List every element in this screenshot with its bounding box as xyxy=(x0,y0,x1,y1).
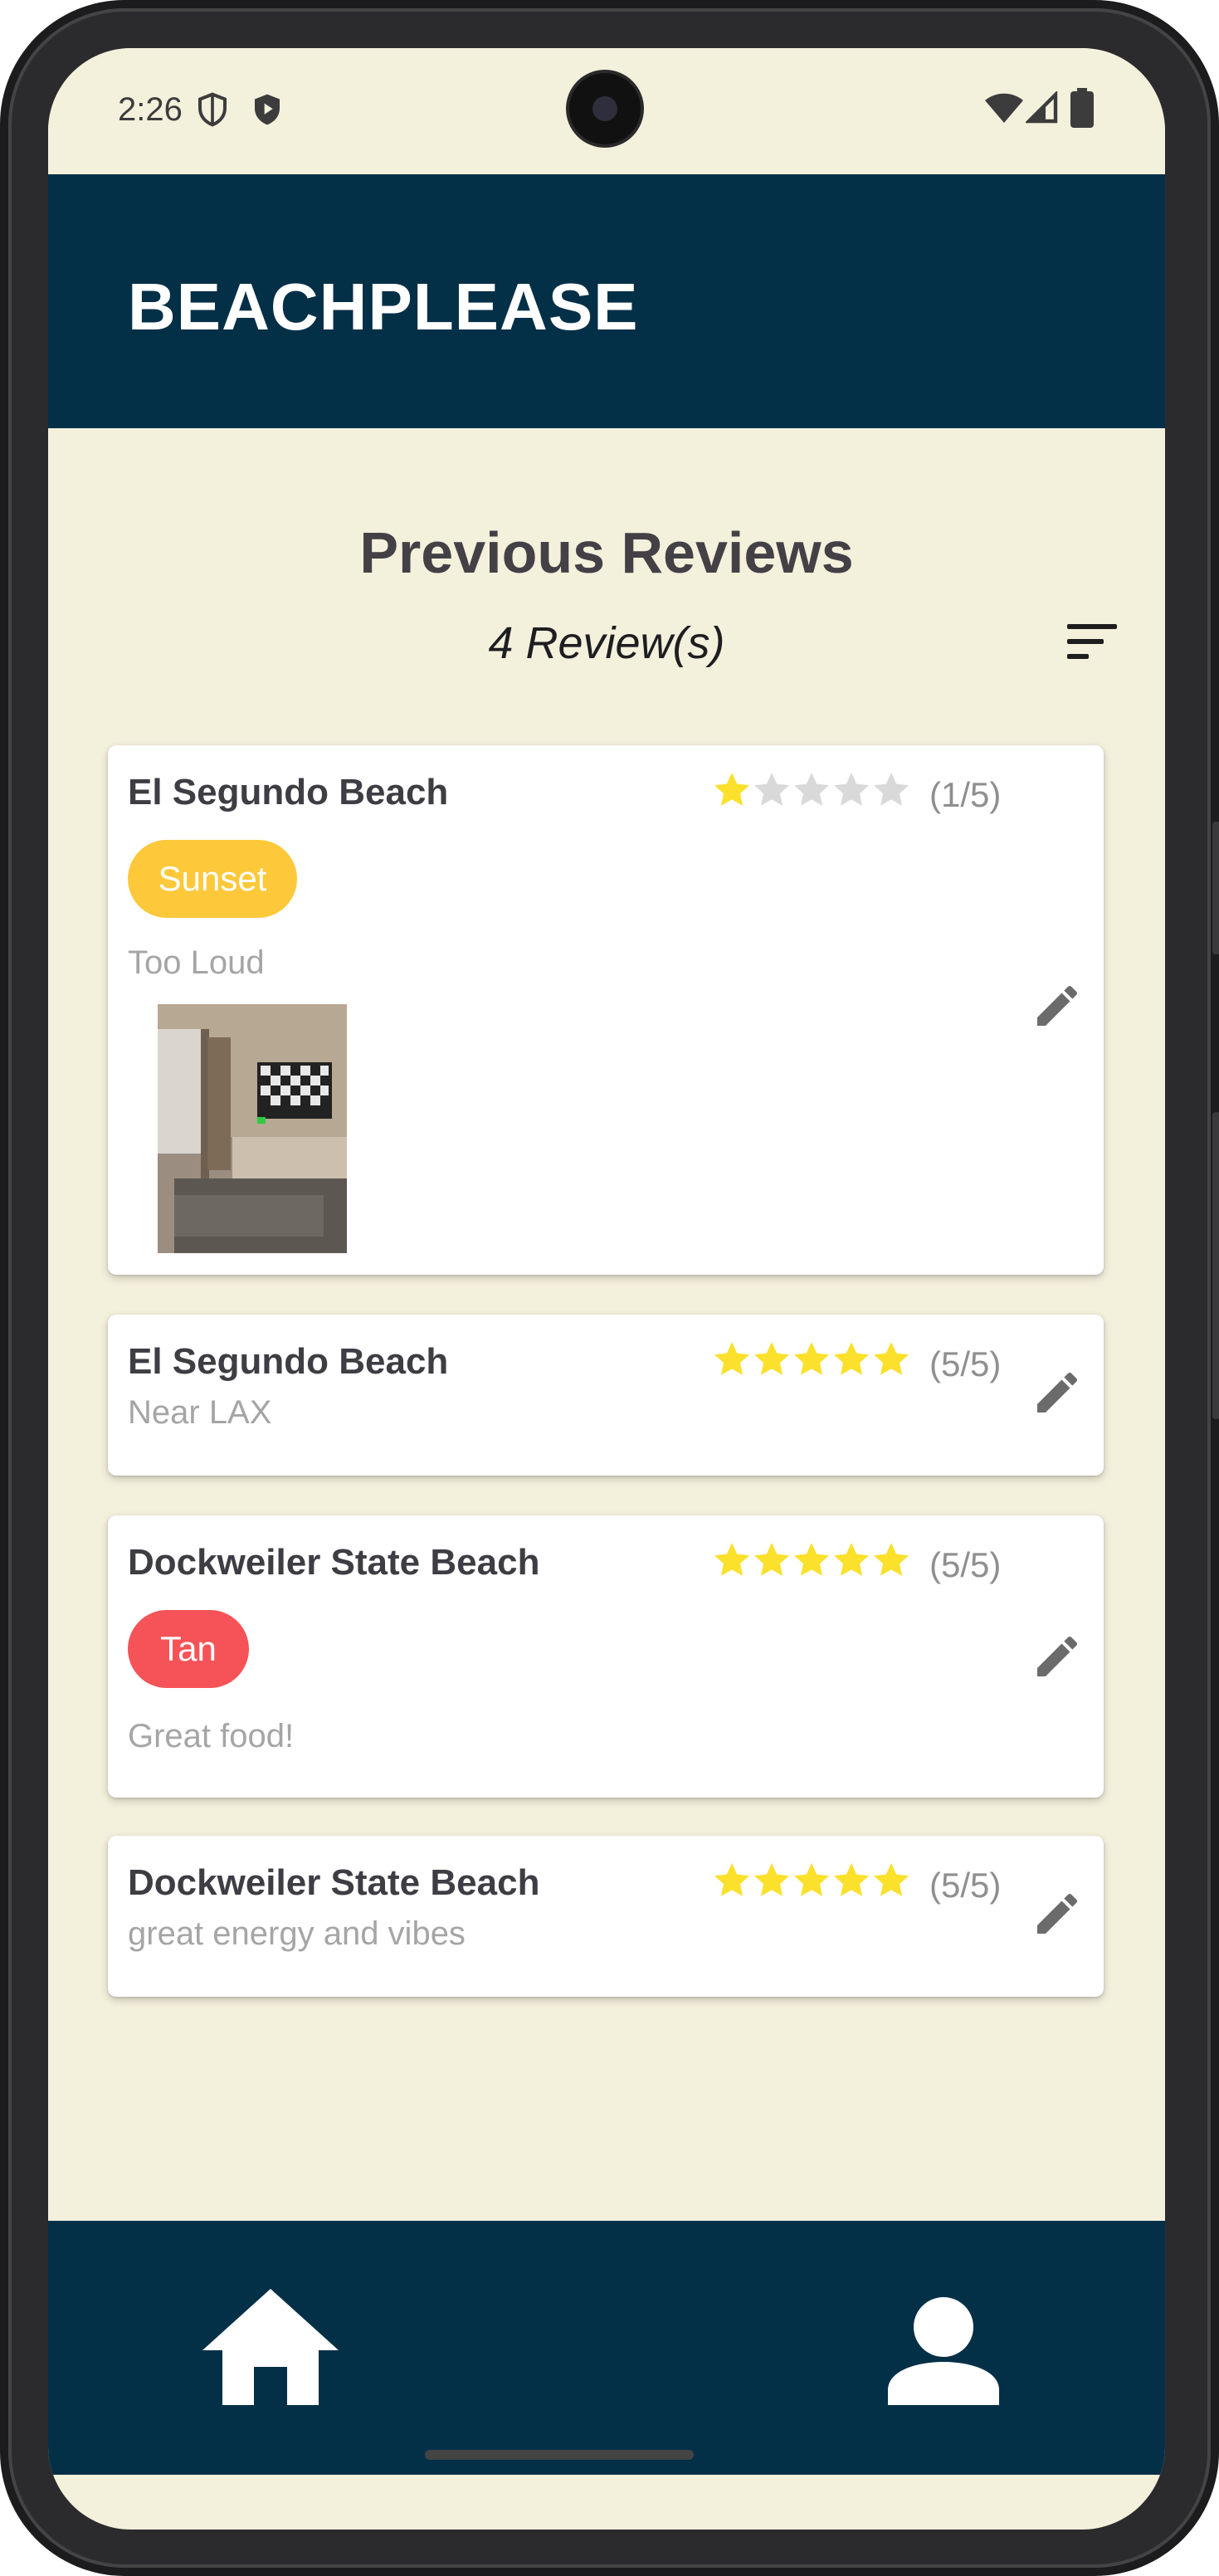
tag-chip: Sunset xyxy=(128,840,297,918)
star-filled-icon xyxy=(794,1863,829,1896)
star-empty-icon xyxy=(834,773,869,806)
star-rating xyxy=(712,1861,911,1900)
nav-profile-button[interactable] xyxy=(888,2297,999,2409)
edit-button[interactable] xyxy=(1031,979,1084,1032)
star-empty-icon xyxy=(874,773,909,806)
beach-name: Dockweiler State Beach xyxy=(128,1542,540,1583)
edit-button[interactable] xyxy=(1031,1630,1084,1683)
review-card[interactable]: El Segundo Beach (1/5) Sunset Too Loud xyxy=(108,745,1104,1275)
beach-name: Dockweiler State Beach xyxy=(128,1862,540,1903)
rating-label: (5/5) xyxy=(929,1866,1002,1905)
star-filled-icon xyxy=(754,1863,789,1896)
rating-label: (5/5) xyxy=(929,1545,1002,1584)
beach-name: El Segundo Beach xyxy=(128,772,449,812)
star-filled-icon xyxy=(834,1342,869,1375)
review-note: Too Loud xyxy=(128,944,265,981)
star-rating xyxy=(712,1540,911,1580)
person-icon xyxy=(888,2297,999,2405)
app-title: BEACHPLEASE xyxy=(128,270,639,344)
star-filled-icon xyxy=(794,1543,829,1576)
shield-outline-icon xyxy=(198,92,227,127)
star-filled-icon xyxy=(714,1342,749,1375)
pencil-icon xyxy=(1037,985,1078,1026)
volume-button xyxy=(1212,822,1219,954)
sort-icon-line xyxy=(1067,639,1104,644)
rating-label: (5/5) xyxy=(929,1344,1002,1383)
star-empty-icon xyxy=(794,773,829,806)
review-note: great energy and vibes xyxy=(128,1915,466,1952)
room-photo-image xyxy=(158,1004,347,1253)
review-card[interactable]: Dockweiler State Beach (5/5) great energ… xyxy=(108,1836,1104,1997)
review-count: 4 Review(s) xyxy=(488,618,725,668)
app-bar: BEACHPLEASE xyxy=(48,174,1165,428)
sort-button[interactable] xyxy=(1067,624,1117,661)
home-icon xyxy=(202,2289,339,2405)
pencil-icon xyxy=(1037,1372,1078,1412)
star-filled-icon xyxy=(834,1863,869,1896)
star-filled-icon xyxy=(714,1543,749,1576)
rating-label: (1/5) xyxy=(929,775,1002,814)
edit-button[interactable] xyxy=(1031,1366,1084,1419)
front-camera xyxy=(569,73,641,144)
review-note: Near LAX xyxy=(128,1394,272,1431)
star-rating xyxy=(712,1339,911,1379)
sort-icon-line xyxy=(1067,654,1089,659)
star-empty-icon xyxy=(754,773,789,806)
review-note: Great food! xyxy=(128,1718,295,1754)
review-card[interactable]: Dockweiler State Beach (5/5) Tan Great f… xyxy=(108,1515,1104,1798)
cell-signal-icon xyxy=(1026,91,1058,124)
star-filled-icon xyxy=(874,1342,909,1375)
star-rating xyxy=(712,770,911,810)
review-photo[interactable] xyxy=(158,1004,347,1253)
bottom-navigation xyxy=(48,2221,1165,2475)
review-card[interactable]: El Segundo Beach (5/5) Near LAX xyxy=(108,1315,1104,1476)
edit-button[interactable] xyxy=(1031,1887,1084,1940)
beach-name: El Segundo Beach xyxy=(128,1341,449,1382)
sort-icon xyxy=(1067,624,1117,629)
star-filled-icon xyxy=(874,1543,909,1576)
battery-icon xyxy=(1070,88,1094,128)
pencil-icon xyxy=(1037,1893,1078,1934)
shield-play-icon xyxy=(255,94,280,125)
phone-frame: 2:26 BEACHPLEASE Previous Reviews 4 Revi… xyxy=(0,0,1219,2576)
reviews-screen: Previous Reviews 4 Review(s) El Segundo … xyxy=(48,428,1165,2221)
pencil-icon xyxy=(1037,1636,1078,1676)
nav-home-button[interactable] xyxy=(202,2289,339,2409)
star-filled-icon xyxy=(834,1543,869,1576)
star-filled-icon xyxy=(714,1863,749,1896)
star-filled-icon xyxy=(874,1863,909,1896)
status-time: 2:26 xyxy=(118,91,183,128)
tag-chip: Tan xyxy=(128,1610,249,1688)
screen: 2:26 BEACHPLEASE Previous Reviews 4 Revi… xyxy=(48,48,1165,2530)
page-title: Previous Reviews xyxy=(359,520,854,585)
star-filled-icon xyxy=(794,1342,829,1375)
star-filled-icon xyxy=(754,1543,789,1576)
home-indicator[interactable] xyxy=(425,2450,694,2460)
status-bar: 2:26 xyxy=(48,48,1165,174)
power-button xyxy=(1212,1112,1219,1419)
star-filled-icon xyxy=(754,1342,789,1375)
star-filled-icon xyxy=(714,773,749,806)
wifi-icon xyxy=(985,93,1023,123)
